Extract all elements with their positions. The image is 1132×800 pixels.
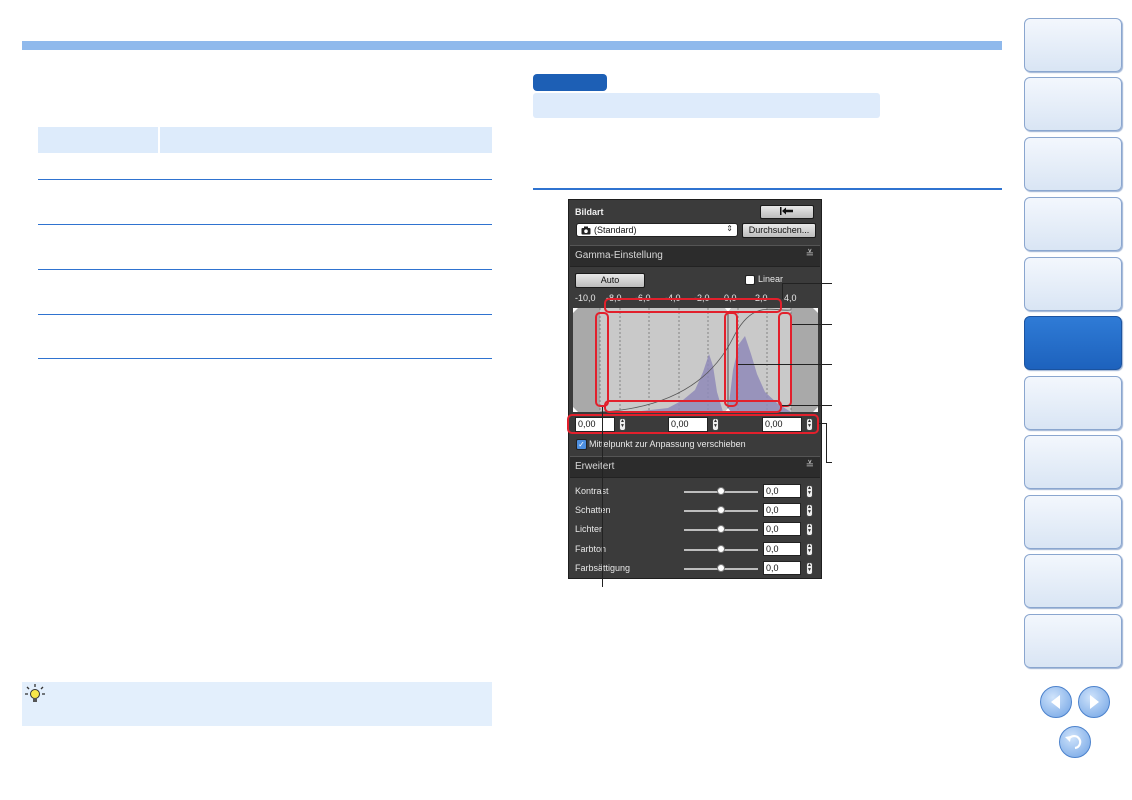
side-tab[interactable] — [1024, 137, 1122, 191]
table-header-cell — [160, 127, 492, 153]
next-page-icon — [1090, 695, 1099, 709]
slider-knob[interactable] — [717, 525, 725, 533]
chevron-down-icon: ≚ — [805, 460, 814, 471]
reset-arrow-icon — [780, 207, 793, 215]
table-row-divider — [38, 358, 492, 359]
linear-checkbox[interactable] — [745, 275, 755, 285]
gamma-section-header[interactable]: Gamma-Einstellung ≚ — [570, 245, 820, 267]
side-tab[interactable] — [1024, 554, 1122, 608]
side-tab[interactable] — [1024, 197, 1122, 251]
leader-line — [602, 407, 603, 587]
slider-label: Kontrast — [575, 486, 609, 496]
side-tab[interactable] — [1024, 18, 1122, 72]
table-row-divider — [38, 179, 492, 180]
leader-line — [782, 283, 783, 299]
slider-value-field[interactable]: 0,0 — [763, 561, 801, 575]
callout-bottom-scale — [604, 400, 782, 413]
side-tab[interactable] — [1024, 257, 1122, 311]
gamma-section-title: Gamma-Einstellung — [575, 250, 663, 261]
table-row-divider — [38, 314, 492, 315]
picture-style-select[interactable]: (Standard) ⇕ — [576, 223, 738, 237]
callout-black-point — [595, 312, 609, 407]
slider-value-field[interactable]: 0,0 — [763, 542, 801, 556]
scale-tick: 4,0 — [784, 293, 797, 303]
slider-value-field[interactable]: 0,0 — [763, 522, 801, 536]
bildart-label: Bildart — [575, 207, 604, 217]
prev-page-button[interactable] — [1040, 686, 1072, 718]
table-header-cell — [38, 127, 158, 153]
advanced-section-header[interactable]: Erweitert ≚ — [570, 456, 820, 478]
style-select-value: (Standard) — [594, 225, 637, 235]
callout-top-scale — [604, 298, 782, 313]
side-tab[interactable] — [1024, 614, 1122, 668]
scale-tick: -10,0 — [575, 293, 596, 303]
select-arrows-icon: ⇕ — [726, 224, 733, 233]
slider-value-field[interactable]: 0,0 — [763, 484, 801, 498]
prev-page-icon — [1051, 695, 1060, 709]
return-icon — [1065, 734, 1082, 750]
auto-button[interactable]: Auto — [575, 273, 645, 288]
browse-button[interactable]: Durchsuchen... — [742, 223, 816, 238]
slider-value-field[interactable]: 0,0 — [763, 503, 801, 517]
side-tab[interactable] — [1024, 435, 1122, 489]
camera-icon — [581, 226, 591, 235]
slider-label: Lichter — [575, 524, 603, 534]
side-tab[interactable] — [1024, 376, 1122, 430]
slider-knob[interactable] — [717, 545, 725, 553]
tip-bulb-icon — [24, 683, 46, 705]
table-row-divider — [38, 224, 492, 225]
next-page-button[interactable] — [1078, 686, 1110, 718]
slider-label: Schatten — [575, 505, 611, 515]
section-divider — [533, 188, 1002, 190]
leader-line — [819, 423, 826, 424]
leader-line — [792, 324, 832, 325]
reset-button[interactable] — [760, 205, 814, 219]
linear-label: Linear — [758, 274, 784, 284]
callout-value-fields — [567, 414, 819, 434]
callout-white-point — [778, 312, 792, 407]
section-badge — [533, 74, 607, 91]
leader-line — [826, 423, 827, 463]
leader-line — [826, 462, 832, 463]
tip-box — [22, 682, 492, 726]
slider-stepper[interactable]: ▲ ▼ — [806, 543, 813, 556]
midpoint-label: Mittelpunkt zur Anpassung verschieben — [589, 439, 746, 449]
header-bar — [22, 41, 1002, 50]
side-tab[interactable] — [1024, 495, 1122, 549]
slider-knob[interactable] — [717, 506, 725, 514]
advanced-section-title: Erweitert — [575, 461, 615, 472]
leader-line — [782, 283, 832, 284]
section-title-bar — [533, 93, 880, 118]
slider-knob[interactable] — [717, 564, 725, 572]
callout-mid-point — [724, 312, 738, 407]
side-tab-active[interactable] — [1024, 316, 1122, 370]
slider-knob[interactable] — [717, 487, 725, 495]
side-tab[interactable] — [1024, 77, 1122, 131]
chevron-down-icon: ≚ — [805, 249, 814, 260]
leader-line — [782, 405, 832, 406]
leader-line — [738, 364, 832, 365]
slider-stepper[interactable]: ▲ ▼ — [806, 523, 813, 536]
slider-stepper[interactable]: ▲ ▼ — [806, 562, 813, 575]
midpoint-checkbox[interactable]: ✓ — [576, 439, 587, 450]
table-row-divider — [38, 269, 492, 270]
slider-stepper[interactable]: ▲ ▼ — [806, 485, 813, 498]
return-button[interactable] — [1059, 726, 1091, 758]
slider-stepper[interactable]: ▲ ▼ — [806, 504, 813, 517]
